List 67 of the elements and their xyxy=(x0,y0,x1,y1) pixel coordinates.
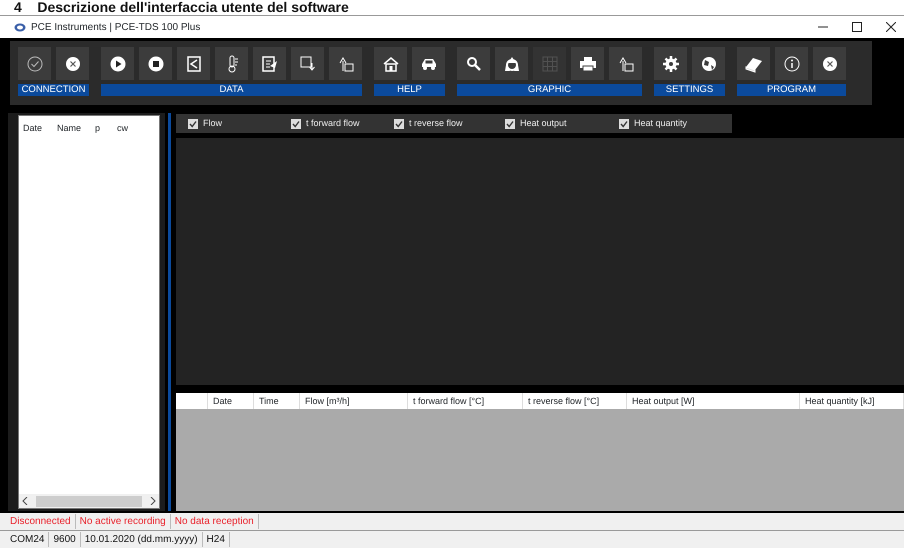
toolbar-group-label: PROGRAM xyxy=(737,84,846,96)
scroll-right-icon[interactable] xyxy=(150,497,156,505)
save-down-icon xyxy=(298,54,316,72)
toolbar-button[interactable] xyxy=(654,47,687,80)
toolbar-button[interactable] xyxy=(457,47,490,80)
maximize-icon[interactable] xyxy=(852,22,862,32)
toolbar-button[interactable] xyxy=(374,47,407,80)
series-checkbox[interactable]: t forward flow xyxy=(291,116,394,130)
gear-icon xyxy=(662,54,680,72)
x-circle-icon xyxy=(820,54,838,72)
status-field: 9600 xyxy=(49,532,81,547)
globe-icon xyxy=(700,54,718,72)
toolbar-button[interactable] xyxy=(813,47,846,80)
series-checkbox[interactable]: Heat output xyxy=(505,116,619,130)
toolbar-button[interactable] xyxy=(18,47,51,80)
search-icon xyxy=(464,54,482,72)
export-icon xyxy=(184,54,202,72)
status-field: 10.01.2020 (dd.mm.yyyy) xyxy=(80,532,203,547)
toolbar-button[interactable] xyxy=(291,47,324,80)
toolbar-button[interactable] xyxy=(215,47,248,80)
toolbar-button[interactable] xyxy=(571,47,604,80)
toolbar-button[interactable] xyxy=(101,47,134,80)
horizontal-scrollbar[interactable] xyxy=(19,494,159,508)
toolbar-group-label: CONNECTION xyxy=(18,84,89,96)
window-title: PCE Instruments | PCE-TDS 100 Plus xyxy=(31,20,200,34)
logo-icon xyxy=(14,22,26,32)
toolbar-button[interactable] xyxy=(253,47,286,80)
toolbar-button[interactable] xyxy=(56,47,89,80)
column-header: Name xyxy=(57,122,82,135)
document-arrow-icon xyxy=(260,54,278,72)
printer-icon xyxy=(578,54,596,72)
toolbar-button[interactable] xyxy=(177,47,210,80)
column-header: Date xyxy=(23,122,44,135)
upload-icon xyxy=(336,54,354,72)
x-circle-icon xyxy=(64,54,82,72)
toolbar-group-label: DATA xyxy=(101,84,362,96)
series-checkbox[interactable]: Heat quantity xyxy=(619,116,729,130)
document-heading: 4 Descrizione dell'interfaccia utente del software xyxy=(0,0,904,16)
check-circle-icon xyxy=(26,54,44,72)
scroll-left-icon[interactable] xyxy=(22,497,28,505)
series-checkbox[interactable]: t reverse flow xyxy=(394,116,505,130)
status-field: No active recording xyxy=(76,514,171,529)
toolbar-button[interactable] xyxy=(737,47,770,80)
status-field: Disconnected xyxy=(6,514,76,529)
toolbar-group-label: HELP xyxy=(374,84,445,96)
play-icon xyxy=(108,54,126,72)
toolbar-button[interactable] xyxy=(692,47,725,80)
stop-icon xyxy=(146,54,164,72)
info-icon xyxy=(782,54,800,72)
toolbar-button[interactable] xyxy=(495,47,528,80)
toolbar-button[interactable] xyxy=(609,47,642,80)
toolbar-button[interactable] xyxy=(329,47,362,80)
toolbar-group-label: GRAPHIC xyxy=(457,84,642,96)
close-icon[interactable] xyxy=(886,22,896,32)
upload-icon xyxy=(616,54,634,72)
column-header: p xyxy=(95,122,102,135)
toolbar-group-label: SETTINGS xyxy=(654,84,725,96)
series-checkbox[interactable]: Flow xyxy=(188,116,291,130)
house-icon xyxy=(382,54,400,72)
column-header: cw xyxy=(117,122,129,135)
status-field: H24 xyxy=(202,532,230,547)
status-field: No data reception xyxy=(170,514,259,529)
toolbar-button[interactable] xyxy=(412,47,445,80)
status-field: COM24 xyxy=(6,532,50,547)
grid-icon xyxy=(540,54,558,72)
toolbar-button[interactable] xyxy=(139,47,172,80)
toolbar-button[interactable] xyxy=(775,47,808,80)
